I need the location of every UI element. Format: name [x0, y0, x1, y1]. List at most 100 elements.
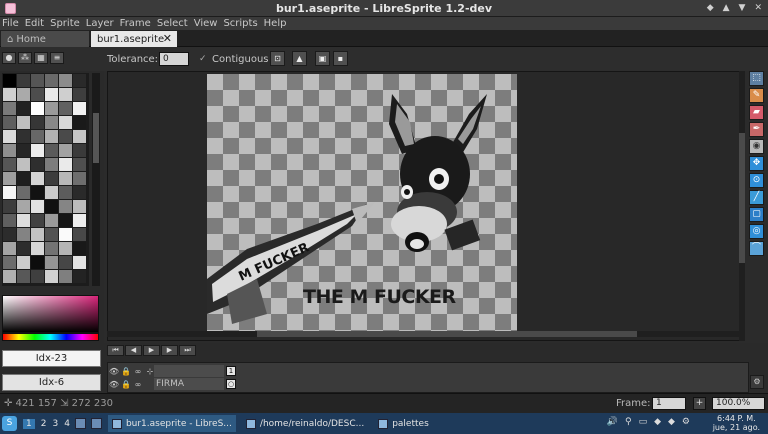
palette-presets-icon[interactable]: ▦	[34, 52, 48, 64]
palette-swatch[interactable]	[17, 144, 30, 157]
palette-swatch[interactable]	[17, 74, 30, 87]
palette-swatch[interactable]	[45, 74, 58, 87]
start-menu-icon[interactable]: S	[2, 416, 17, 431]
tolerance-input[interactable]: 0	[159, 52, 189, 66]
rectangle-tool-icon[interactable]: ▢	[749, 207, 764, 222]
palette-swatch[interactable]	[17, 158, 30, 171]
contour-tool-icon[interactable]: ◎	[749, 224, 764, 239]
palette-swatch[interactable]	[17, 242, 30, 255]
hue-slider[interactable]	[2, 333, 99, 341]
search-icon[interactable]: ⚲	[625, 417, 632, 427]
zoom-tool-icon[interactable]: ◉	[749, 139, 764, 154]
layer-name-firma[interactable]: FIRMA	[154, 378, 224, 390]
foreground-color-index[interactable]: Idx-23	[2, 350, 101, 367]
palette-swatch[interactable]	[3, 186, 16, 199]
palette-swatch[interactable]	[59, 102, 72, 115]
task-file-manager[interactable]: /home/reinaldo/DESC...	[242, 415, 368, 432]
new-frame-button[interactable]: +	[693, 397, 706, 410]
palette-swatch[interactable]	[3, 200, 16, 213]
palette-swatch[interactable]	[17, 130, 30, 143]
palette-swatch[interactable]	[45, 102, 58, 115]
palette-swatch[interactable]	[73, 270, 86, 283]
eraser-tool-icon[interactable]: ▰	[749, 105, 764, 120]
sprite-canvas[interactable]: M FUCKER THE M FUCKER	[207, 74, 517, 332]
desktop-2[interactable]: 2	[41, 419, 47, 429]
palette-swatch[interactable]	[31, 102, 44, 115]
palette-swatch[interactable]	[59, 200, 72, 213]
palette-swatch[interactable]	[59, 88, 72, 101]
browser-icon[interactable]: ◆	[654, 417, 661, 427]
palette-swatch[interactable]	[73, 88, 86, 101]
palette-swatch[interactable]	[31, 172, 44, 185]
play-icon[interactable]: ▶	[143, 345, 160, 356]
layer-row-firma[interactable]: 👁 🔒 ∞ FIRMA ○	[108, 378, 750, 390]
palette-swatch[interactable]	[59, 172, 72, 185]
layer-lock-icon[interactable]: 🔒	[120, 380, 132, 389]
lock-icon[interactable]: 🔒	[120, 367, 132, 376]
palette-swatch[interactable]	[73, 228, 86, 241]
layer-continuous-icon[interactable]: ∞	[132, 380, 144, 389]
layer-visibility-icon[interactable]: 👁	[108, 380, 120, 389]
palette-swatch[interactable]	[17, 102, 30, 115]
palette-swatch[interactable]	[31, 186, 44, 199]
tab-bur1[interactable]: bur1.aseprite ✕	[91, 31, 177, 47]
palette-swatch[interactable]	[31, 130, 44, 143]
palette-swatch[interactable]	[73, 116, 86, 129]
menu-view[interactable]: View	[194, 18, 224, 29]
ink-mode-icon[interactable]: ▣	[315, 51, 330, 66]
task-palettes[interactable]: palettes	[374, 415, 433, 432]
editor-vertical-scrollbar[interactable]	[739, 71, 745, 341]
menu-select[interactable]: Select	[157, 18, 194, 29]
palette-swatch[interactable]	[17, 270, 30, 283]
pencil-tool-icon[interactable]: ✎	[749, 88, 764, 103]
continuous-icon[interactable]: ∞	[132, 367, 144, 376]
palette-swatch[interactable]	[73, 214, 86, 227]
palette-swatch[interactable]	[45, 242, 58, 255]
palette-swatch[interactable]	[3, 256, 16, 269]
next-frame-icon[interactable]: ▶	[161, 345, 178, 356]
zoom-input[interactable]: 100.0%	[712, 397, 765, 410]
palette-swatch[interactable]	[73, 200, 86, 213]
palette-swatch[interactable]	[31, 270, 44, 283]
cel-firma-frame-1[interactable]: ○	[226, 379, 236, 389]
palette-swatch[interactable]	[73, 130, 86, 143]
palette-swatch[interactable]	[45, 172, 58, 185]
palette-swatch[interactable]	[73, 172, 86, 185]
opacity-mode-icon[interactable]: ▪	[333, 51, 348, 66]
desktop-3[interactable]: 3	[52, 419, 58, 429]
palette-swatch[interactable]	[31, 228, 44, 241]
last-frame-icon[interactable]: ⏭	[179, 345, 196, 356]
menu-scripts[interactable]: Scripts	[223, 18, 263, 29]
palette-swatch[interactable]	[45, 214, 58, 227]
palette-swatch[interactable]	[3, 172, 16, 185]
palette-swatch[interactable]	[3, 116, 16, 129]
tab-home[interactable]: ⌂ Home	[1, 31, 89, 47]
layer-name-cell[interactable]	[154, 365, 224, 377]
palette-swatch[interactable]	[3, 270, 16, 283]
palette-swatch[interactable]	[45, 130, 58, 143]
palette-swatch[interactable]	[59, 214, 72, 227]
desktop-1[interactable]: 1	[23, 418, 35, 429]
palette-scrollbar[interactable]	[92, 73, 100, 286]
move-tool-icon[interactable]: ✥	[749, 156, 764, 171]
shield-icon[interactable]: ◆	[668, 417, 675, 427]
sprite-editor[interactable]: M FUCKER THE M FUCKER	[107, 71, 745, 341]
first-frame-icon[interactable]: ⏮	[107, 345, 124, 356]
palette-swatch[interactable]	[73, 74, 86, 87]
palette-swatch[interactable]	[59, 242, 72, 255]
palette-swatch[interactable]	[31, 242, 44, 255]
palette-swatch[interactable]	[31, 214, 44, 227]
palette-edit-icon[interactable]: ●	[2, 52, 16, 64]
palette-swatch[interactable]	[59, 144, 72, 157]
palette-swatch[interactable]	[3, 88, 16, 101]
line-tool-icon[interactable]: ╱	[749, 190, 764, 205]
window-close-icon[interactable]: ✕	[754, 3, 762, 13]
window-minimize-icon[interactable]: ▼	[739, 3, 746, 13]
palette-swatch[interactable]	[59, 228, 72, 241]
eyedropper-tool-icon[interactable]: ✒	[749, 122, 764, 137]
editor-horizontal-scrollbar[interactable]	[107, 331, 739, 337]
palette-swatch[interactable]	[3, 102, 16, 115]
window-shade-icon[interactable]: ◆	[707, 3, 714, 13]
palette-swatch[interactable]	[3, 242, 16, 255]
palette-swatch[interactable]	[59, 116, 72, 129]
